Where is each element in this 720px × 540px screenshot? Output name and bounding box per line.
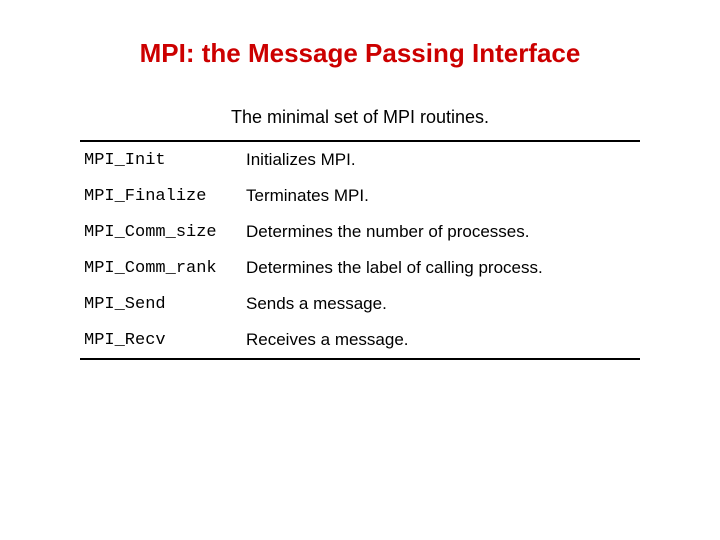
table-row: MPI_Send Sends a message. xyxy=(80,286,640,322)
table-row: MPI_Init Initializes MPI. xyxy=(80,142,640,178)
table-row: MPI_Finalize Terminates MPI. xyxy=(80,178,640,214)
routine-desc: Determines the number of processes. xyxy=(242,214,640,250)
page-subtitle: The minimal set of MPI routines. xyxy=(60,107,660,128)
routine-desc: Receives a message. xyxy=(242,322,640,358)
routines-table-container: MPI_Init Initializes MPI. MPI_Finalize T… xyxy=(80,140,640,360)
routine-name: MPI_Comm_size xyxy=(80,214,242,250)
routine-desc: Initializes MPI. xyxy=(242,142,640,178)
routine-name: MPI_Recv xyxy=(80,322,242,358)
table-row: MPI_Recv Receives a message. xyxy=(80,322,640,358)
routine-name: MPI_Init xyxy=(80,142,242,178)
routine-desc: Sends a message. xyxy=(242,286,640,322)
table-row: MPI_Comm_rank Determines the label of ca… xyxy=(80,250,640,286)
routine-name: MPI_Finalize xyxy=(80,178,242,214)
table-bottom-rule xyxy=(80,358,640,360)
routine-desc: Terminates MPI. xyxy=(242,178,640,214)
table-row: MPI_Comm_size Determines the number of p… xyxy=(80,214,640,250)
routine-name: MPI_Comm_rank xyxy=(80,250,242,286)
routine-name: MPI_Send xyxy=(80,286,242,322)
page-title: MPI: the Message Passing Interface xyxy=(60,38,660,69)
routines-table: MPI_Init Initializes MPI. MPI_Finalize T… xyxy=(80,142,640,358)
routine-desc: Determines the label of calling process. xyxy=(242,250,640,286)
